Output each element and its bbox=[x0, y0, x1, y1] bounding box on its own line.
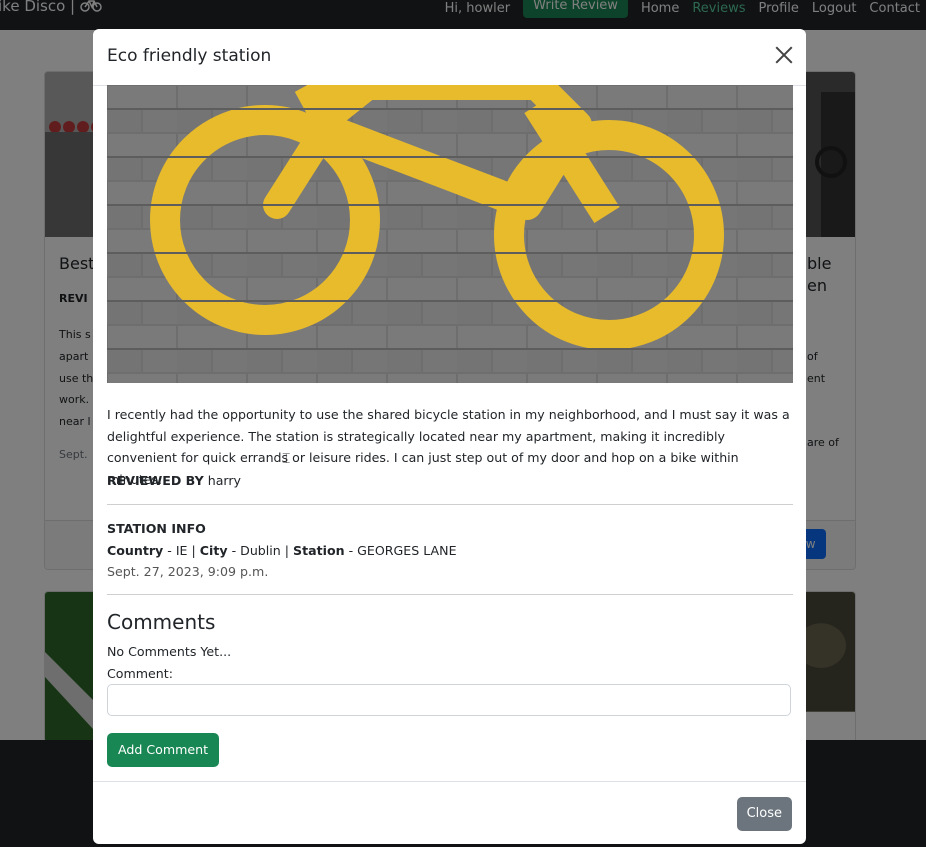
station-details: Country - IE | City - Dublin | Station -… bbox=[107, 543, 457, 558]
station-value: GEORGES LANE bbox=[357, 543, 457, 558]
country-value: IE bbox=[175, 543, 188, 558]
reviewer-name: harry bbox=[207, 473, 242, 488]
comments-heading: Comments bbox=[107, 610, 216, 634]
close-icon[interactable] bbox=[773, 44, 795, 66]
add-comment-button[interactable]: Add Comment bbox=[107, 733, 220, 767]
comment-label: Comment: bbox=[107, 666, 173, 681]
modal-header: Eco friendly station bbox=[93, 29, 806, 86]
comment-input[interactable] bbox=[107, 684, 791, 716]
review-modal: Eco friendly station I recently had the … bbox=[93, 29, 806, 844]
country-label: Country bbox=[107, 543, 164, 558]
reviewed-by-label: REVIEWED BY bbox=[107, 473, 204, 488]
divider bbox=[107, 504, 793, 505]
text-cursor-icon: ⌶ bbox=[282, 451, 291, 467]
modal-footer: Close bbox=[93, 781, 806, 844]
reviewed-by: REVIEWED BY harry bbox=[107, 470, 241, 492]
station-label: Station bbox=[293, 543, 345, 558]
close-button[interactable]: Close bbox=[736, 797, 792, 831]
city-label: City bbox=[199, 543, 228, 558]
divider bbox=[107, 594, 793, 595]
no-comments-text: No Comments Yet... bbox=[107, 644, 232, 659]
review-image bbox=[107, 85, 793, 383]
modal-title: Eco friendly station bbox=[107, 46, 272, 66]
review-date: Sept. 27, 2023, 9:09 p.m. bbox=[107, 564, 269, 579]
city-value: Dublin bbox=[240, 543, 281, 558]
station-info-heading: STATION INFO bbox=[107, 521, 206, 536]
